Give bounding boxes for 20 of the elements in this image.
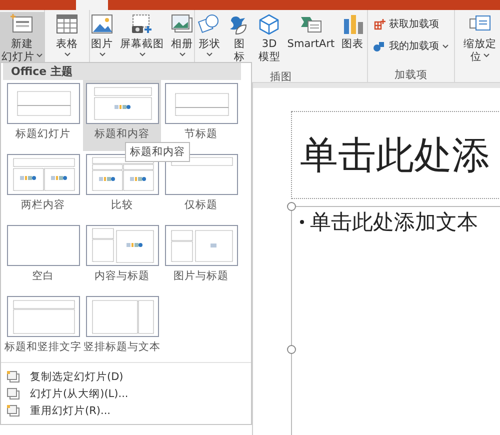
button-label: SmartArt bbox=[287, 38, 335, 50]
button-label: 形状 bbox=[198, 38, 220, 50]
group-label: 插图 bbox=[270, 71, 292, 83]
button-label: 位 bbox=[470, 51, 482, 63]
button-label: 标 bbox=[234, 51, 245, 63]
button-label: 模型 bbox=[258, 51, 280, 63]
button-label: 3D bbox=[262, 38, 277, 50]
button-label: 新建 bbox=[11, 38, 33, 50]
button-label: 图片 bbox=[91, 38, 113, 50]
button-label: 表格 bbox=[56, 38, 78, 50]
button-label: 屏幕截图 bbox=[120, 38, 164, 50]
tooltip: 标题和内容 bbox=[125, 142, 190, 162]
button-label: 相册 bbox=[171, 38, 193, 50]
button-label: 缩放定 bbox=[464, 38, 496, 50]
button-label: 幻灯片 bbox=[2, 51, 34, 63]
button-label: 图 bbox=[234, 38, 245, 50]
title-placeholder-text: 单击此处添 bbox=[300, 132, 490, 178]
group-label: 加载项 bbox=[394, 69, 428, 81]
button-label: 图表 bbox=[342, 38, 364, 50]
body-placeholder-text: 单击此处添加文本 bbox=[310, 209, 478, 236]
